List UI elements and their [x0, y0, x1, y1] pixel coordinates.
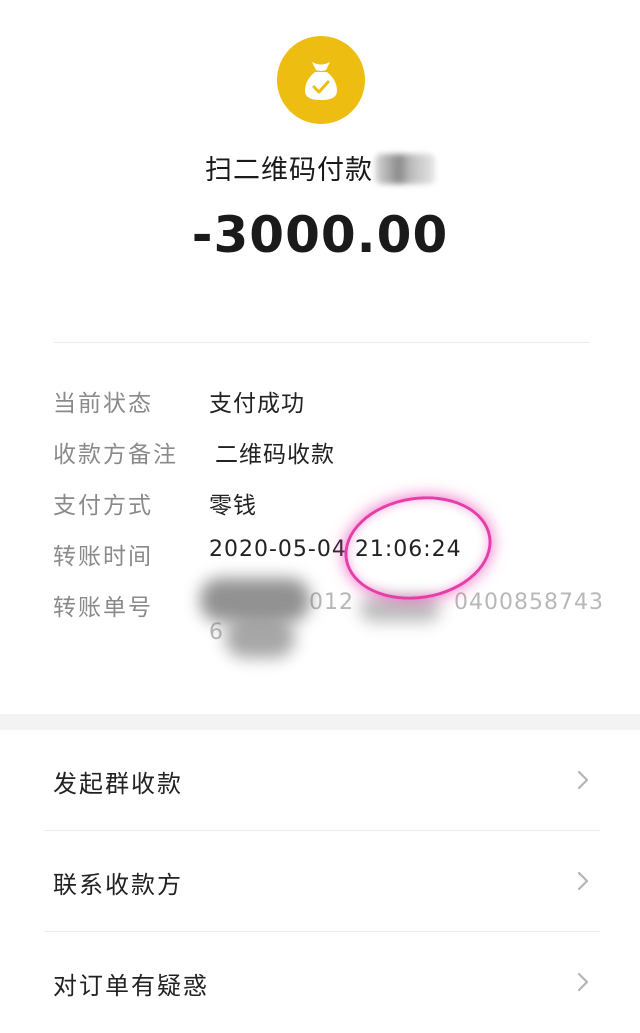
menu-item-group-collect[interactable]: 发起群收款 [0, 730, 640, 831]
menu-item-order-question[interactable]: 对订单有疑惑 [0, 932, 640, 1033]
detail-label: 转账时间 [53, 544, 153, 570]
payment-amount: -3000.00 [191, 206, 449, 264]
payment-title-text: 扫二维码付款 [205, 155, 373, 186]
detail-label: 收款方备注 [53, 442, 178, 468]
menu-item-contact-payee[interactable]: 联系收款方 [0, 831, 640, 932]
money-bag-icon [277, 36, 365, 124]
chevron-right-icon [577, 871, 589, 891]
detail-row-transfer-time: 转账时间 2020-05-04 21:06:24 [0, 531, 640, 575]
menu-item-label: 发起群收款 [53, 770, 183, 798]
redaction-smudge [200, 578, 310, 622]
detail-row-status: 当前状态 支付成功 [0, 378, 640, 422]
detail-row-payee-note: 收款方备注 二维码收款 [0, 429, 640, 473]
detail-row-payment-method: 支付方式 零钱 [0, 480, 640, 524]
txn-part3: 6 [209, 620, 224, 645]
detail-label: 当前状态 [53, 391, 153, 417]
detail-label: 转账单号 [53, 595, 153, 621]
chevron-right-icon [577, 770, 589, 790]
detail-label: 支付方式 [53, 493, 153, 519]
menu-item-label: 对订单有疑惑 [53, 972, 209, 1000]
redaction-smudge [225, 618, 295, 658]
txn-part1: 012 [309, 590, 354, 615]
chevron-right-icon [577, 972, 589, 992]
divider [54, 342, 590, 343]
txn-part2: 0400858743 [454, 590, 604, 615]
detail-value: 零钱 [209, 493, 257, 519]
redacted-name [375, 154, 435, 184]
payment-summary: 扫二维码付款 -3000.00 [0, 0, 640, 340]
menu-item-label: 联系收款方 [53, 871, 183, 899]
detail-value: 支付成功 [209, 391, 305, 417]
section-gap [0, 714, 640, 730]
detail-value: 二维码收款 [215, 442, 335, 468]
payment-title: 扫二维码付款 [0, 148, 640, 187]
redaction-smudge [360, 596, 440, 622]
detail-value: 2020-05-04 21:06:24 [209, 537, 462, 562]
